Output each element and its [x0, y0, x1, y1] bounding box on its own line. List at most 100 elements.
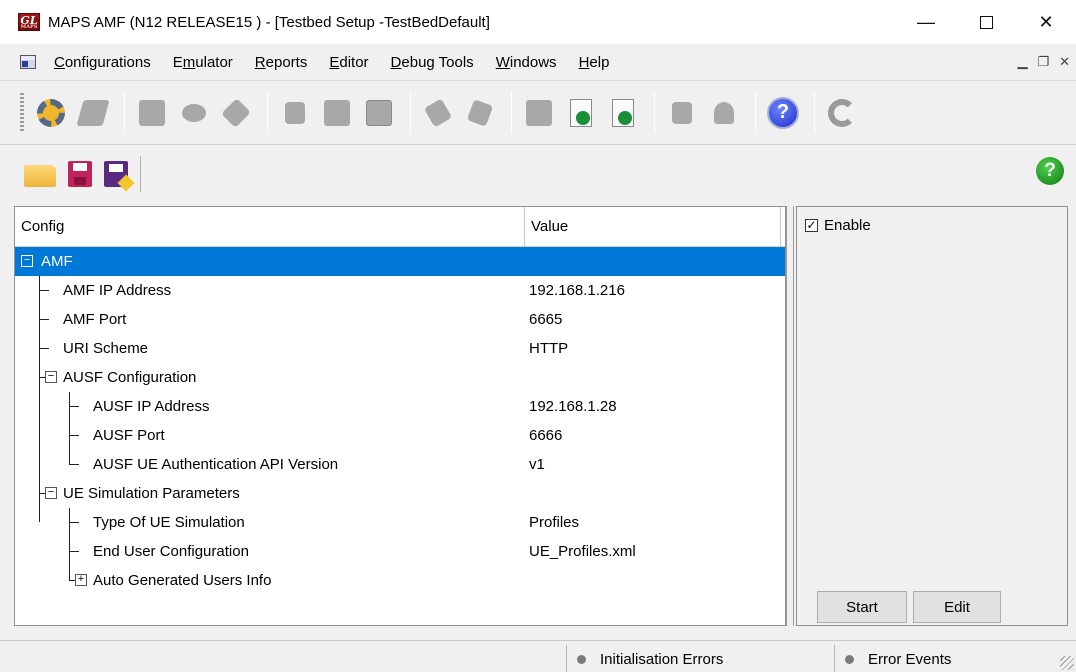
- tree-row-label: URI Scheme: [63, 340, 149, 357]
- init-errors-label: Initialisation Errors: [600, 650, 724, 668]
- error-events-label: Error Events: [868, 650, 952, 668]
- minimize-icon[interactable]: —: [896, 0, 956, 44]
- status-bar: Initialisation Errors Error Events: [0, 640, 1076, 672]
- tree-row[interactable]: − UE Simulation Parameters: [15, 479, 785, 508]
- tree-row[interactable]: AUSF Port 6666: [15, 421, 785, 450]
- tree-row-label: AMF Port: [63, 311, 127, 328]
- menu-debug-tools[interactable]: Debug Tools: [391, 54, 474, 71]
- expand-plus-icon[interactable]: +: [75, 574, 87, 586]
- tree-row-label: AMF IP Address: [63, 282, 172, 299]
- window-title: MAPS AMF (N12 RELEASE15 ) - [Testbed Set…: [48, 13, 490, 31]
- tree-row-value: Profiles: [529, 514, 580, 531]
- tree-row[interactable]: End User Configuration UE_Profiles.xml: [15, 537, 785, 566]
- panel-splitter[interactable]: [786, 206, 794, 626]
- tree-row-label: Type Of UE Simulation: [93, 514, 245, 531]
- bulk-call-icon[interactable]: [217, 93, 255, 133]
- tree-row[interactable]: AUSF UE Authentication API Version v1: [15, 450, 785, 479]
- menu-configurations[interactable]: Configurations: [54, 54, 151, 71]
- tree-row-label: UE Simulation Parameters: [63, 485, 240, 502]
- capture-icon[interactable]: [520, 93, 558, 133]
- enable-row[interactable]: ✓ Enable: [805, 217, 871, 234]
- menu-help[interactable]: Help: [579, 54, 610, 71]
- mdi-restore-icon[interactable]: ❐: [1037, 54, 1049, 70]
- save-icon[interactable]: [68, 160, 92, 187]
- error-events-pane[interactable]: Error Events: [834, 645, 1060, 672]
- error-events-indicator-icon: [845, 654, 854, 664]
- column-header-value[interactable]: Value: [525, 207, 781, 247]
- menu-reports[interactable]: Reports: [255, 54, 308, 71]
- tree-row[interactable]: AMF IP Address 192.168.1.216: [15, 276, 785, 305]
- user-events-icon[interactable]: [705, 93, 743, 133]
- mdi-minimize-icon[interactable]: ▁: [1017, 54, 1027, 70]
- status-panel-icon[interactable]: [360, 93, 398, 133]
- menu-windows[interactable]: Windows: [496, 54, 557, 71]
- tree-row[interactable]: − AMF: [15, 247, 785, 276]
- menu-editor[interactable]: Editor: [329, 54, 368, 71]
- collapse-minus-icon[interactable]: −: [45, 371, 57, 383]
- tree-row-value: 6665: [529, 311, 563, 328]
- stop-icon[interactable]: [276, 93, 314, 133]
- tree-row-value: UE_Profiles.xml: [529, 543, 636, 560]
- window-controls: — ✕: [896, 0, 1076, 44]
- verify-icon[interactable]: [461, 93, 499, 133]
- save-as-icon[interactable]: [104, 160, 128, 187]
- tree-row-value: 192.168.1.28: [529, 398, 617, 415]
- trace-icon[interactable]: [663, 93, 701, 133]
- tree-row[interactable]: AMF Port 6665: [15, 305, 785, 334]
- grid-header: Config Value: [15, 207, 785, 247]
- enable-label: Enable: [824, 217, 871, 234]
- start-button[interactable]: Start: [817, 591, 907, 623]
- right-panel: ✓ Enable Start Edit: [796, 206, 1068, 626]
- profile-report-icon[interactable]: [604, 93, 642, 133]
- edit-button[interactable]: Edit: [913, 591, 1001, 623]
- call-generation-icon[interactable]: [133, 93, 171, 133]
- collapse-minus-icon[interactable]: −: [45, 487, 57, 499]
- tree-row[interactable]: URI Scheme HTTP: [15, 334, 785, 363]
- refresh-icon[interactable]: [823, 93, 861, 133]
- menu-bar: Configurations Emulator Reports Editor D…: [0, 44, 1076, 80]
- column-header-config[interactable]: Config: [15, 207, 525, 247]
- menu-emulator[interactable]: Emulator: [173, 54, 233, 71]
- collapse-minus-icon[interactable]: −: [21, 255, 33, 267]
- help-icon[interactable]: ?: [764, 93, 802, 133]
- grid-rows: − AMF AMF IP Address 192.168.1.216 AMF Port 6…: [15, 247, 785, 595]
- tree-row-value: 6666: [529, 427, 563, 444]
- tree-row-label: AUSF Port: [93, 427, 165, 444]
- validate-icon[interactable]: [419, 93, 457, 133]
- tree-row-value: v1: [529, 456, 545, 473]
- tree-row[interactable]: − AUSF Configuration: [15, 363, 785, 392]
- context-help-icon[interactable]: ?: [1036, 157, 1064, 185]
- toolbar-grip[interactable]: [20, 92, 24, 133]
- tree-row-value: 192.168.1.216: [529, 282, 625, 299]
- open-folder-icon[interactable]: [24, 164, 56, 187]
- tree-row[interactable]: Type Of UE Simulation Profiles: [15, 508, 785, 537]
- mdi-close-icon[interactable]: ✕: [1059, 54, 1070, 70]
- init-errors-pane[interactable]: Initialisation Errors: [566, 645, 830, 672]
- load-profile-icon[interactable]: [318, 93, 356, 133]
- testbed-toolbar: ?: [0, 144, 1076, 202]
- config-tree-grid: Config Value − AMF AMF IP Address 192.168.1…: [14, 206, 786, 626]
- tree-row-label: End User Configuration: [93, 543, 249, 560]
- enable-checkbox[interactable]: ✓: [805, 219, 818, 232]
- tree-row-label: Auto Generated Users Info: [93, 572, 272, 589]
- tree-row-label: AUSF IP Address: [93, 398, 210, 415]
- configuration-gear-icon[interactable]: [32, 93, 70, 133]
- call-receive-icon[interactable]: [175, 93, 213, 133]
- tree-row[interactable]: AUSF IP Address 192.168.1.28: [15, 392, 785, 421]
- tree-row-label: AUSF Configuration: [63, 369, 197, 386]
- tree-row-label: AMF: [41, 253, 73, 270]
- app-logo-icon: GL MAPS: [18, 13, 40, 31]
- main-toolbar: ?: [0, 80, 1076, 144]
- tree-row-value: HTTP: [529, 340, 569, 357]
- close-icon[interactable]: ✕: [1016, 0, 1076, 44]
- mdi-document-icon[interactable]: [20, 55, 36, 69]
- script-editor-icon[interactable]: [74, 93, 112, 133]
- mdi-controls: ▁ ❐ ✕: [1017, 54, 1070, 70]
- title-bar: GL MAPS MAPS AMF (N12 RELEASE15 ) - [Test…: [0, 0, 1076, 44]
- call-report-icon[interactable]: [562, 93, 600, 133]
- init-errors-indicator-icon: [577, 654, 586, 664]
- resize-grip[interactable]: [1060, 656, 1074, 670]
- tree-row[interactable]: + Auto Generated Users Info: [15, 566, 785, 595]
- tree-row-label: AUSF UE Authentication API Version: [93, 456, 339, 473]
- maximize-icon[interactable]: [956, 0, 1016, 44]
